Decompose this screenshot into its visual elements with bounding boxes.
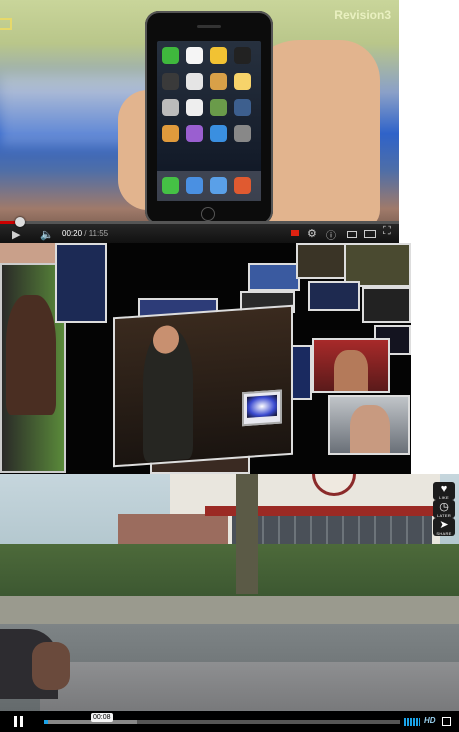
fullscreen-icon[interactable]: ⛶ [383, 225, 391, 238]
volume-icon[interactable] [404, 718, 420, 726]
settings-icon[interactable]: ⚙ [307, 227, 317, 240]
palm-tree [236, 474, 258, 594]
info-icon[interactable]: ⓘ [326, 227, 336, 242]
video-tile-featured [113, 304, 293, 468]
video-tile [362, 287, 411, 323]
fullscreen-icon[interactable] [442, 717, 451, 726]
video-player-vimeo[interactable]: ♥ LIKE ◷ LATER ➤ SHARE 00:08 HD [0, 474, 459, 732]
video-tile [248, 263, 300, 291]
progress-played [44, 720, 48, 724]
duration: 11:55 [88, 229, 109, 238]
progress-track[interactable] [0, 217, 399, 227]
share-icon: ➤ [439, 519, 449, 531]
player-control-bar: 00:08 HD [0, 711, 459, 732]
time-tooltip: 00:08 [91, 713, 113, 722]
scrub-handle[interactable] [14, 217, 25, 227]
progress-played [0, 221, 16, 224]
share-button[interactable]: ➤ SHARE [433, 518, 455, 536]
heart-icon: ♥ [440, 483, 448, 495]
video-tile [312, 338, 390, 393]
volume-icon[interactable]: 🔈 [40, 228, 54, 241]
phone-dock [157, 171, 261, 201]
like-button[interactable]: ♥ LIKE [433, 482, 455, 500]
laptop [242, 389, 282, 427]
time-display: 00:20 / 11:55 [62, 229, 109, 238]
video-tile [308, 281, 360, 311]
video-tile [296, 243, 346, 279]
player-control-bar: ▶ 🔈 00:20 / 11:55 ⚙ ⓘ ⛶ [0, 217, 399, 243]
pause-icon[interactable] [14, 716, 23, 727]
progress-track[interactable]: 00:08 [44, 713, 400, 724]
driver-hand [32, 642, 70, 690]
corner-marker [0, 18, 12, 30]
brand-logo: Revision3 [334, 8, 391, 22]
iphone [145, 11, 273, 225]
video-tile [55, 243, 107, 323]
large-player-icon[interactable] [364, 230, 376, 238]
current-time: 00:20 [62, 229, 83, 238]
home-button [201, 207, 215, 221]
small-player-icon[interactable] [347, 231, 357, 238]
hd-toggle[interactable]: HD [424, 716, 436, 725]
clock-icon: ◷ [439, 501, 449, 513]
video-player-revision3[interactable]: Revision3 ▶ 🔈 00:20 / 11:55 ⚙ ⓘ ⛶ [0, 0, 399, 243]
video-wall-collage[interactable] [0, 243, 411, 474]
video-tile [328, 395, 410, 455]
phone-screen [157, 41, 261, 201]
watch-later-button[interactable]: ◷ LATER [433, 500, 455, 518]
play-icon[interactable]: ▶ [12, 228, 20, 241]
record-icon[interactable] [291, 230, 299, 236]
